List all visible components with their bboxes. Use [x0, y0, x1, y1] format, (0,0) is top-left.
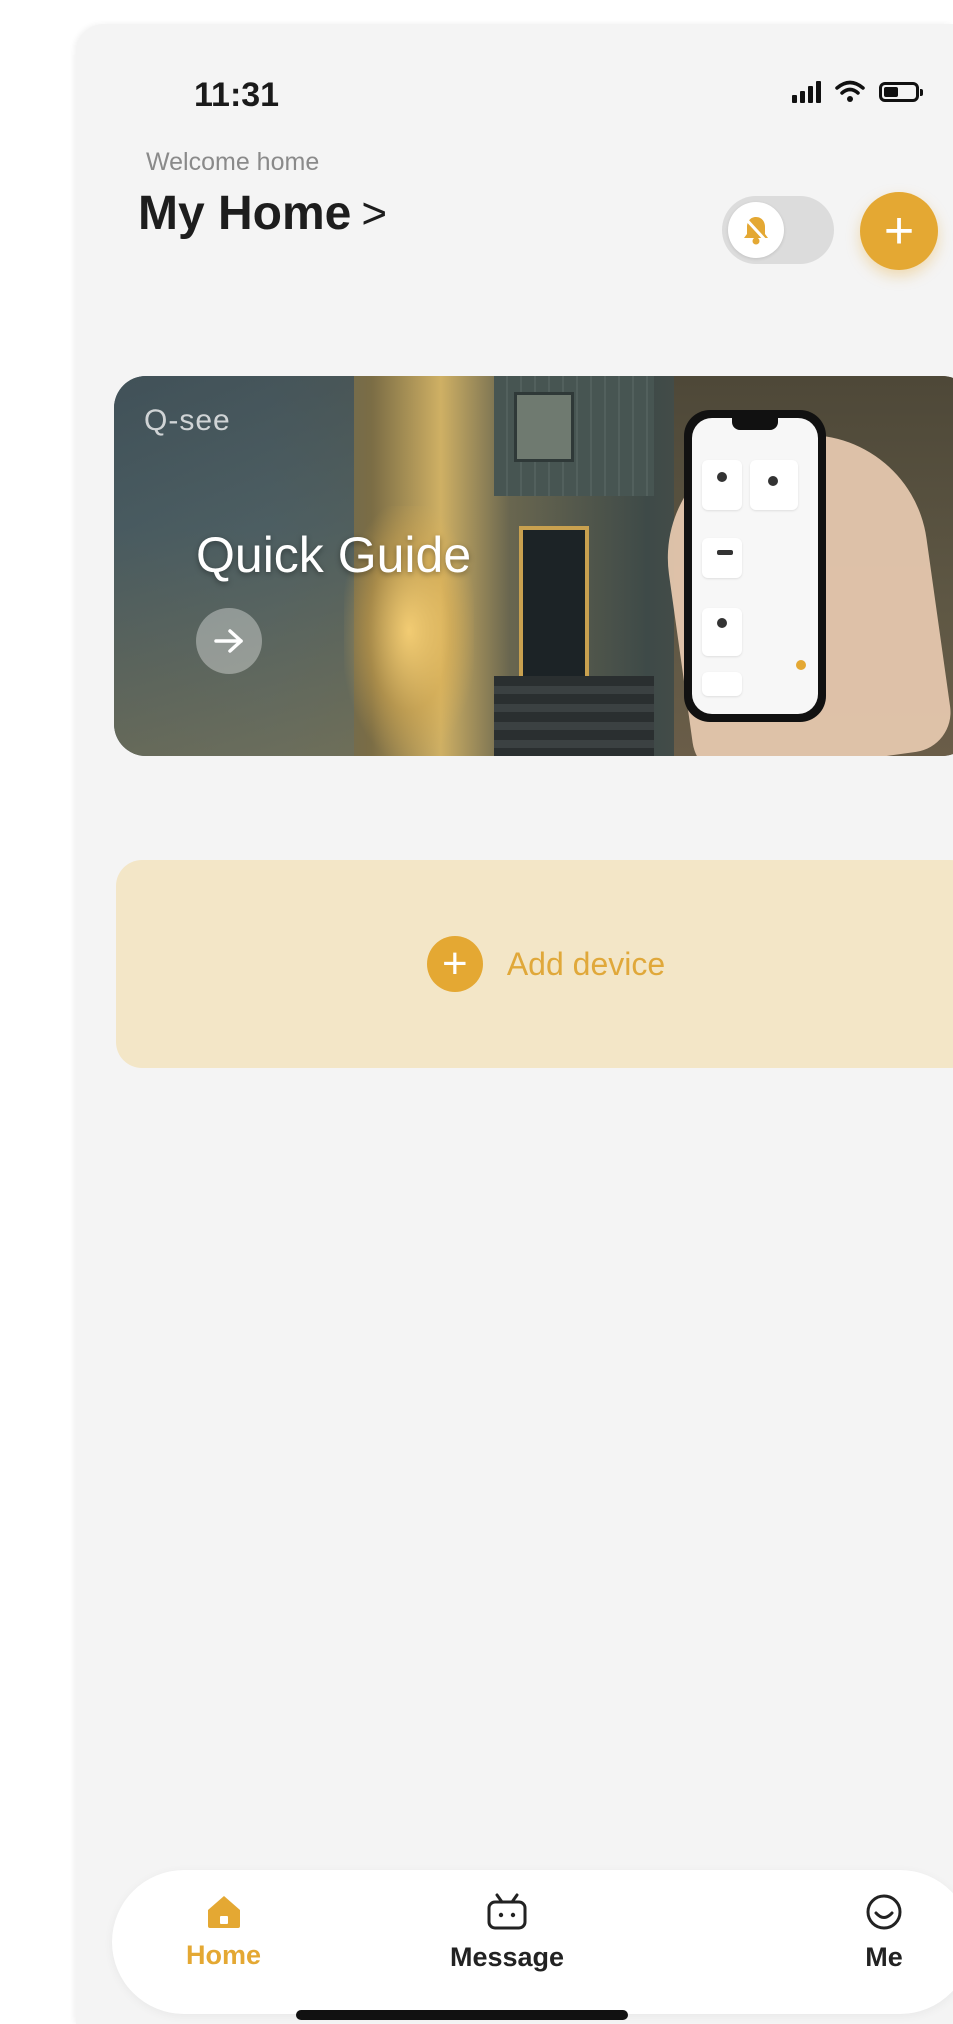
phone-mockup-image	[684, 410, 826, 722]
plus-icon: +	[426, 936, 483, 992]
status-icons	[792, 80, 923, 104]
add-device-card[interactable]: + Add device	[116, 860, 953, 1068]
tab-me[interactable]: Me	[864, 1892, 904, 1973]
welcome-text: Welcome home	[146, 148, 320, 176]
tab-me-label: Me	[865, 1942, 903, 1972]
message-icon	[487, 1893, 527, 1930]
tab-message[interactable]: Message	[450, 1892, 564, 1973]
notification-toggle[interactable]	[722, 196, 834, 264]
arrow-right-icon[interactable]	[196, 608, 262, 674]
app-screen: 11:31 Welcome home My Home > + Q-see Qui…	[76, 24, 953, 2024]
quick-guide-banner[interactable]: Q-see Quick Guide	[114, 376, 953, 756]
battery-icon	[879, 82, 923, 102]
home-selector[interactable]: My Home >	[138, 186, 387, 241]
status-time: 11:31	[194, 76, 280, 114]
tab-home-label: Home	[186, 1940, 262, 1970]
smiley-icon	[866, 1894, 902, 1930]
bell-off-icon	[728, 202, 784, 258]
add-device-label: Add device	[506, 945, 666, 982]
home-indicator	[296, 2010, 628, 2020]
tab-message-label: Message	[450, 1942, 565, 1972]
home-icon	[207, 1896, 240, 1928]
add-button[interactable]: +	[860, 192, 938, 270]
home-name: My Home	[138, 187, 352, 240]
bottom-tab-bar: Home Message Me	[112, 1870, 953, 2014]
signal-icon	[792, 81, 821, 103]
wifi-icon	[835, 80, 865, 102]
tab-home[interactable]: Home	[186, 1892, 261, 1971]
qsee-logo: Q-see	[144, 404, 231, 437]
banner-title: Quick Guide	[196, 527, 472, 583]
chevron-right-icon: >	[361, 188, 388, 238]
